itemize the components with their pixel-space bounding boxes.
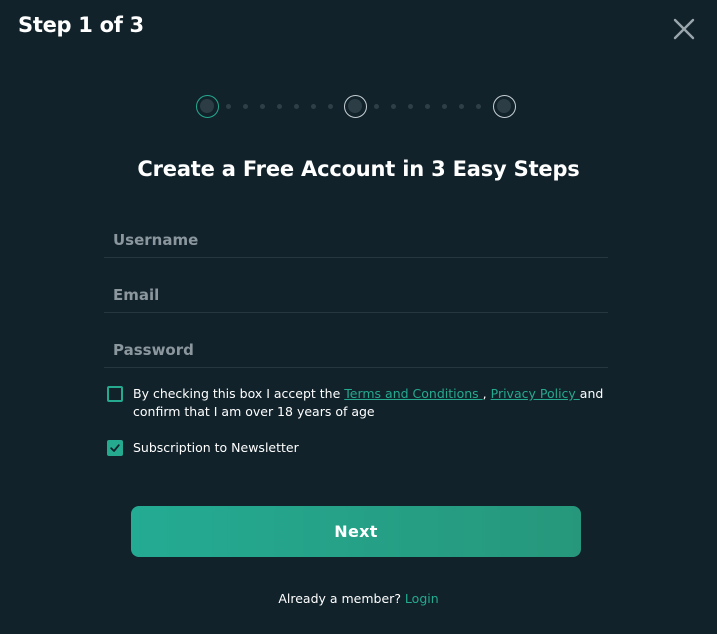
terms-text: By checking this box I accept the Terms … bbox=[133, 385, 612, 421]
step-2-indicator bbox=[344, 95, 367, 118]
terms-row: By checking this box I accept the Terms … bbox=[107, 385, 612, 421]
password-field-wrapper bbox=[104, 328, 608, 368]
username-input[interactable] bbox=[104, 218, 608, 256]
login-prompt: Already a member? Login bbox=[0, 591, 717, 606]
step-1-indicator bbox=[196, 95, 219, 118]
email-field-wrapper bbox=[104, 273, 608, 313]
newsletter-row: Subscription to Newsletter bbox=[107, 439, 299, 457]
progress-dot bbox=[243, 104, 248, 109]
terms-separator: , bbox=[482, 386, 491, 401]
step-progress bbox=[196, 95, 517, 118]
progress-dot bbox=[328, 104, 333, 109]
progress-dot bbox=[311, 104, 316, 109]
progress-dot bbox=[408, 104, 413, 109]
progress-dot bbox=[442, 104, 447, 109]
progress-dot bbox=[226, 104, 231, 109]
terms-link[interactable]: Terms and Conditions bbox=[344, 386, 482, 401]
progress-dot bbox=[260, 104, 265, 109]
close-button[interactable] bbox=[672, 17, 696, 41]
form-heading: Create a Free Account in 3 Easy Steps bbox=[137, 157, 580, 181]
close-icon bbox=[673, 18, 695, 40]
progress-dot bbox=[277, 104, 282, 109]
step-title: Step 1 of 3 bbox=[18, 13, 144, 37]
progress-dot bbox=[459, 104, 464, 109]
progress-dot bbox=[391, 104, 396, 109]
progress-dot bbox=[294, 104, 299, 109]
terms-checkbox[interactable] bbox=[107, 386, 123, 402]
email-input[interactable] bbox=[104, 273, 608, 311]
progress-dot bbox=[374, 104, 379, 109]
privacy-policy-link[interactable]: Privacy Policy bbox=[491, 386, 580, 401]
login-link[interactable]: Login bbox=[405, 591, 439, 606]
password-input[interactable] bbox=[104, 328, 608, 366]
newsletter-checkbox[interactable] bbox=[107, 440, 123, 456]
checkmark-icon bbox=[110, 444, 120, 452]
progress-dot bbox=[425, 104, 430, 109]
signup-modal: Step 1 of 3 Create a Free Account in 3 E… bbox=[0, 0, 717, 634]
already-member-text: Already a member? bbox=[278, 591, 405, 606]
newsletter-label: Subscription to Newsletter bbox=[133, 440, 299, 455]
terms-text-before: By checking this box I accept the bbox=[133, 386, 345, 401]
username-field-wrapper bbox=[104, 218, 608, 258]
progress-dot bbox=[476, 104, 481, 109]
next-button[interactable]: Next bbox=[131, 506, 581, 557]
step-3-indicator bbox=[493, 95, 516, 118]
